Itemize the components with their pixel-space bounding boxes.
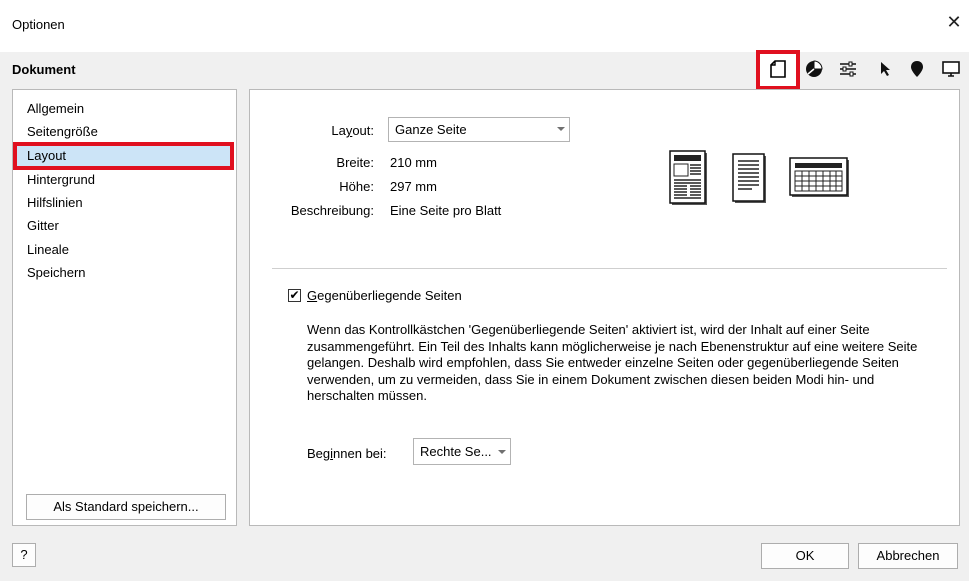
selected-item-highlight xyxy=(13,142,234,170)
save-as-default-button[interactable]: Als Standard speichern... xyxy=(26,494,226,520)
facing-pages-description: Wenn das Kontrollkästchen 'Gegenüberlieg… xyxy=(307,322,918,403)
sidebar-item-hilfslinien[interactable]: Hilfslinien xyxy=(17,192,232,214)
layout-dropdown[interactable]: Ganze Seite xyxy=(388,117,570,142)
window-title: Optionen xyxy=(12,17,65,32)
facing-pages-checkbox[interactable]: ✔ xyxy=(288,289,301,302)
sidebar-item-seitengroesse[interactable]: Seitengröße xyxy=(17,121,232,143)
height-value: 297 mm xyxy=(390,179,437,194)
sidebar-item-lineale[interactable]: Lineale xyxy=(17,239,232,261)
pointer-icon[interactable] xyxy=(874,58,896,80)
page-icon[interactable] xyxy=(767,58,789,80)
start-at-dropdown[interactable]: Rechte Se... xyxy=(413,438,511,465)
start-at-dropdown-value: Rechte Se... xyxy=(420,444,492,459)
close-button[interactable]: ✕ xyxy=(944,12,964,32)
newspaper-layout-icon[interactable] xyxy=(669,150,709,209)
layout-settings-panel: Layout: Ganze Seite Breite: 210 mm Höhe:… xyxy=(249,89,960,526)
sidebar-item-hintergrund[interactable]: Hintergrund xyxy=(17,169,232,191)
help-button[interactable]: ? xyxy=(12,543,36,567)
facing-pages-label[interactable]: Gegenüberliegende Seiten xyxy=(307,288,462,303)
title-bar xyxy=(0,0,969,52)
sidebar-item-gitter[interactable]: Gitter xyxy=(17,215,232,237)
chevron-down-icon xyxy=(557,127,565,131)
sliders-icon[interactable] xyxy=(837,58,859,80)
section-title: Dokument xyxy=(12,62,76,77)
monitor-icon[interactable] xyxy=(940,58,962,80)
color-wheel-icon[interactable] xyxy=(803,58,825,80)
layout-dropdown-value: Ganze Seite xyxy=(395,122,467,137)
layout-label: Layout: xyxy=(331,123,374,138)
height-label: Höhe: xyxy=(339,179,374,194)
category-list: Allgemein Seitengröße Layout Hintergrund… xyxy=(12,89,237,526)
cancel-button[interactable]: Abbrechen xyxy=(858,543,958,569)
start-at-label: Beginnen bei: xyxy=(307,446,387,461)
chevron-down-icon xyxy=(498,450,506,454)
description-value: Eine Seite pro Blatt xyxy=(390,203,502,218)
table-layout-icon[interactable] xyxy=(789,157,851,202)
ok-button[interactable]: OK xyxy=(761,543,849,569)
section-divider xyxy=(272,268,947,269)
text-page-layout-icon[interactable] xyxy=(732,153,768,208)
width-label: Breite: xyxy=(336,155,374,170)
width-value: 210 mm xyxy=(390,155,437,170)
sidebar-item-allgemein[interactable]: Allgemein xyxy=(17,98,232,120)
pin-icon[interactable] xyxy=(906,58,928,80)
sidebar-item-speichern[interactable]: Speichern xyxy=(17,262,232,284)
description-label: Beschreibung: xyxy=(290,203,374,218)
category-toolbar xyxy=(756,50,969,90)
